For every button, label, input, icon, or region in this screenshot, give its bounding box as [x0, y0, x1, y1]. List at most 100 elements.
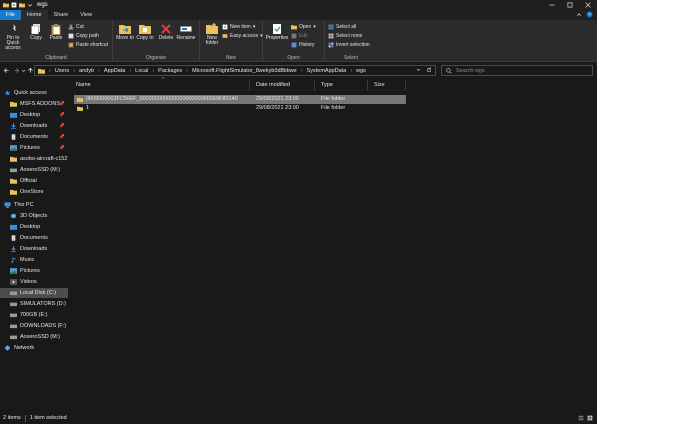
pin-quick-access-button[interactable]: Pin to Quick access	[2, 23, 24, 51]
nav-item-pc-desktop[interactable]: Desktop	[0, 222, 68, 232]
nav-network[interactable]: Network	[0, 343, 68, 353]
organize-group: Move to Copy to Delete Rename Organize	[113, 20, 200, 62]
details-view-icon[interactable]	[578, 415, 584, 421]
select-all-label: Select all	[336, 24, 357, 30]
invert-selection-button[interactable]: Invert selection	[328, 42, 370, 48]
copy-path-button[interactable]: Copy path	[68, 33, 99, 39]
back-button[interactable]	[2, 66, 10, 74]
search-box[interactable]	[441, 65, 593, 76]
nav-item-asobo-aircraft[interactable]: asobo-aircraft-c152	[0, 154, 68, 164]
history-button[interactable]: History	[291, 42, 315, 48]
move-to-button[interactable]: Move to	[115, 23, 135, 41]
nav-item-pc-downloads[interactable]: Downloads	[0, 244, 68, 254]
nav-item-downloads-f[interactable]: DOWNLOADS (F:)	[0, 321, 68, 331]
copy-label: Copy	[30, 35, 42, 41]
nav-item-label: Desktop	[20, 224, 41, 230]
refresh-icon[interactable]	[426, 67, 432, 75]
search-input[interactable]	[456, 67, 586, 74]
column-header-name[interactable]: Name	[70, 80, 250, 91]
delete-button[interactable]: Delete	[156, 23, 176, 41]
open-button[interactable]: Open ▾	[291, 24, 316, 30]
nav-item-official[interactable]: Official	[0, 176, 68, 186]
nav-item-downloads[interactable]: Downloads 📌	[0, 121, 68, 131]
nav-this-pc[interactable]: This PC	[0, 200, 68, 210]
paste-shortcut-button[interactable]: Paste shortcut	[68, 42, 108, 48]
nav-item-pc-pictures[interactable]: Pictures	[0, 266, 68, 276]
selected-count: 1 item selected	[29, 415, 67, 421]
nav-item-pc-documents[interactable]: Documents	[0, 233, 68, 243]
breadcrumb-andyb[interactable]: andyb	[79, 68, 94, 74]
pin-icon: 📌	[59, 123, 65, 128]
breadcrumb-flightsimulator[interactable]: Microsoft.FlightSimulator_8wekyb3d8bbwe	[192, 68, 297, 74]
nav-item-aoserossd-m[interactable]: AoseroSSD (M:)	[0, 332, 68, 342]
copy-to-button[interactable]: Copy to	[135, 23, 155, 41]
folder-icon	[10, 156, 17, 162]
background-area	[597, 0, 690, 424]
column-header-type[interactable]: Type	[315, 80, 368, 91]
nav-item-documents[interactable]: Documents 📌	[0, 132, 68, 142]
tab-home[interactable]: Home	[20, 10, 48, 20]
computer-icon	[4, 202, 11, 208]
open-group-label: Open	[287, 55, 300, 61]
nav-item-desktop[interactable]: Desktop 📌	[0, 110, 68, 120]
file-row[interactable]: 0009000003FC566F_00000000000000000000000…	[74, 95, 406, 104]
nav-item-label: SIMULATORS (D:)	[20, 301, 66, 307]
move-to-label: Move to	[116, 35, 134, 41]
tab-share[interactable]: Share	[48, 10, 75, 20]
breadcrumb-systemappdata[interactable]: SystemAppData	[307, 68, 347, 74]
edit-button[interactable]: Edit	[291, 33, 308, 39]
nav-item-pictures[interactable]: Pictures 📌	[0, 143, 68, 153]
close-button[interactable]	[579, 0, 597, 10]
tab-view[interactable]: View	[74, 10, 98, 20]
chevron-down-icon[interactable]	[27, 2, 33, 8]
address-bar[interactable]: › Users › andyb › AppData › Local › Pack…	[34, 65, 436, 76]
nav-item-aoserossd-quick[interactable]: AoseroSSD (M:)	[0, 165, 68, 175]
breadcrumb-appdata[interactable]: AppData	[104, 68, 125, 74]
nav-item-music[interactable]: Music	[0, 255, 68, 265]
breadcrumb-local[interactable]: Local	[135, 68, 148, 74]
copy-button[interactable]: Copy	[28, 23, 44, 41]
help-icon[interactable]: ?	[586, 11, 593, 18]
up-button[interactable]	[26, 66, 34, 74]
easy-access-button[interactable]: Easy access ▾	[222, 33, 263, 39]
properties-button[interactable]: Properties	[265, 23, 289, 41]
nav-item-onestore[interactable]: OneStore	[0, 187, 68, 197]
breadcrumb-packages[interactable]: Packages	[158, 68, 182, 74]
select-all-button[interactable]: Select all	[328, 24, 356, 30]
select-group: Select all Select none Invert selection …	[325, 20, 377, 62]
nav-item-local-disk-c[interactable]: Local Disk (C:)	[0, 288, 68, 298]
breadcrumb-wgs[interactable]: wgs	[356, 68, 366, 74]
view-switcher	[578, 415, 593, 421]
paste-button[interactable]: Paste	[48, 23, 64, 41]
file-row[interactable]: 1 29/08/2021 23:00 File folder	[74, 104, 406, 113]
rename-button[interactable]: Rename	[176, 23, 196, 41]
select-none-button[interactable]: Select none	[328, 33, 362, 39]
folder-icon	[77, 97, 83, 102]
new-item-button[interactable]: New item ▾	[222, 24, 255, 30]
chevron-down-icon[interactable]	[416, 67, 421, 74]
nav-item-label: Desktop	[20, 112, 41, 118]
tab-file[interactable]: File	[0, 10, 21, 20]
nav-quick-access[interactable]: Quick access	[0, 88, 68, 98]
nav-item-msfs-addons[interactable]: MSFS ADDONS 📌	[0, 99, 68, 109]
nav-item-simulators-d[interactable]: SIMULATORS (D:)	[0, 299, 68, 309]
maximize-button[interactable]	[561, 0, 579, 10]
caption-buttons	[543, 0, 597, 10]
cube-icon	[11, 213, 16, 219]
new-folder-icon[interactable]	[19, 2, 25, 8]
large-icons-view-icon[interactable]	[587, 415, 593, 421]
cut-button[interactable]: Cut	[68, 24, 84, 30]
column-header-date[interactable]: Date modified	[250, 80, 315, 91]
minimize-button[interactable]	[543, 0, 561, 10]
forward-button[interactable]	[12, 66, 20, 74]
nav-item-700gb-e[interactable]: 700GB (E:)	[0, 310, 68, 320]
nav-item-3d-objects[interactable]: 3D Objects	[0, 211, 68, 221]
nav-item-label: Pictures	[20, 145, 40, 151]
column-header-size[interactable]: Size	[368, 80, 406, 91]
chevron-right-icon: ›	[49, 67, 51, 74]
chevron-up-icon[interactable]	[576, 12, 582, 18]
nav-item-videos[interactable]: Videos	[0, 277, 68, 287]
new-folder-button[interactable]: New folder	[202, 23, 222, 46]
properties-icon[interactable]	[11, 2, 17, 8]
breadcrumb-users[interactable]: Users	[55, 68, 69, 74]
